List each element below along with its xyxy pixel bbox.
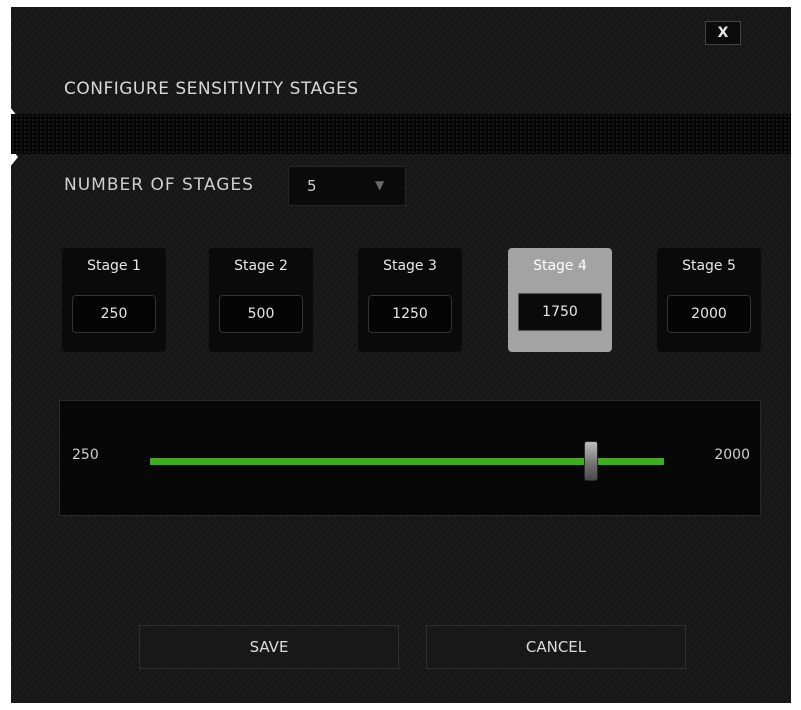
stage-value-field[interactable]: 1250 — [368, 295, 452, 333]
sensitivity-slider-panel: 250 2000 — [59, 400, 761, 516]
dialog-title: CONFIGURE SENSITIVITY STAGES — [64, 79, 359, 99]
stage-card-3[interactable]: Stage 3 1250 — [358, 248, 462, 352]
sensitivity-stages-dialog: X CONFIGURE SENSITIVITY STAGES NUMBER OF… — [10, 7, 791, 703]
sensitivity-slider-track[interactable] — [150, 441, 664, 481]
stage-label: Stage 4 — [533, 258, 587, 274]
stage-card-4[interactable]: Stage 4 1750 — [508, 248, 612, 352]
save-button[interactable]: SAVE — [139, 625, 399, 669]
stage-card-2[interactable]: Stage 2 500 — [209, 248, 313, 352]
cancel-button[interactable]: CANCEL — [426, 625, 686, 669]
slider-thumb[interactable] — [583, 441, 598, 481]
stage-value-field[interactable]: 500 — [219, 295, 303, 333]
stage-card-5[interactable]: Stage 5 2000 — [657, 248, 761, 352]
stage-label: Stage 2 — [234, 258, 288, 274]
number-of-stages-label: NUMBER OF STAGES — [64, 175, 254, 195]
stage-label: Stage 5 — [682, 258, 736, 274]
stage-value-field[interactable]: 2000 — [667, 295, 751, 333]
triangle-down-icon: ▼ — [375, 178, 385, 192]
stage-label: Stage 1 — [87, 258, 141, 274]
stage-card-1[interactable]: Stage 1 250 — [62, 248, 166, 352]
title-divider-strip — [11, 114, 791, 154]
slider-min-label: 250 — [72, 447, 99, 463]
number-of-stages-dropdown[interactable]: 5 ▼ — [288, 166, 406, 206]
stage-value-field[interactable]: 250 — [72, 295, 156, 333]
number-of-stages-value: 5 — [307, 177, 317, 195]
close-button[interactable]: X — [705, 21, 741, 45]
slider-max-label: 2000 — [714, 447, 750, 463]
stage-label: Stage 3 — [383, 258, 437, 274]
stage-value-field[interactable]: 1750 — [518, 293, 602, 331]
